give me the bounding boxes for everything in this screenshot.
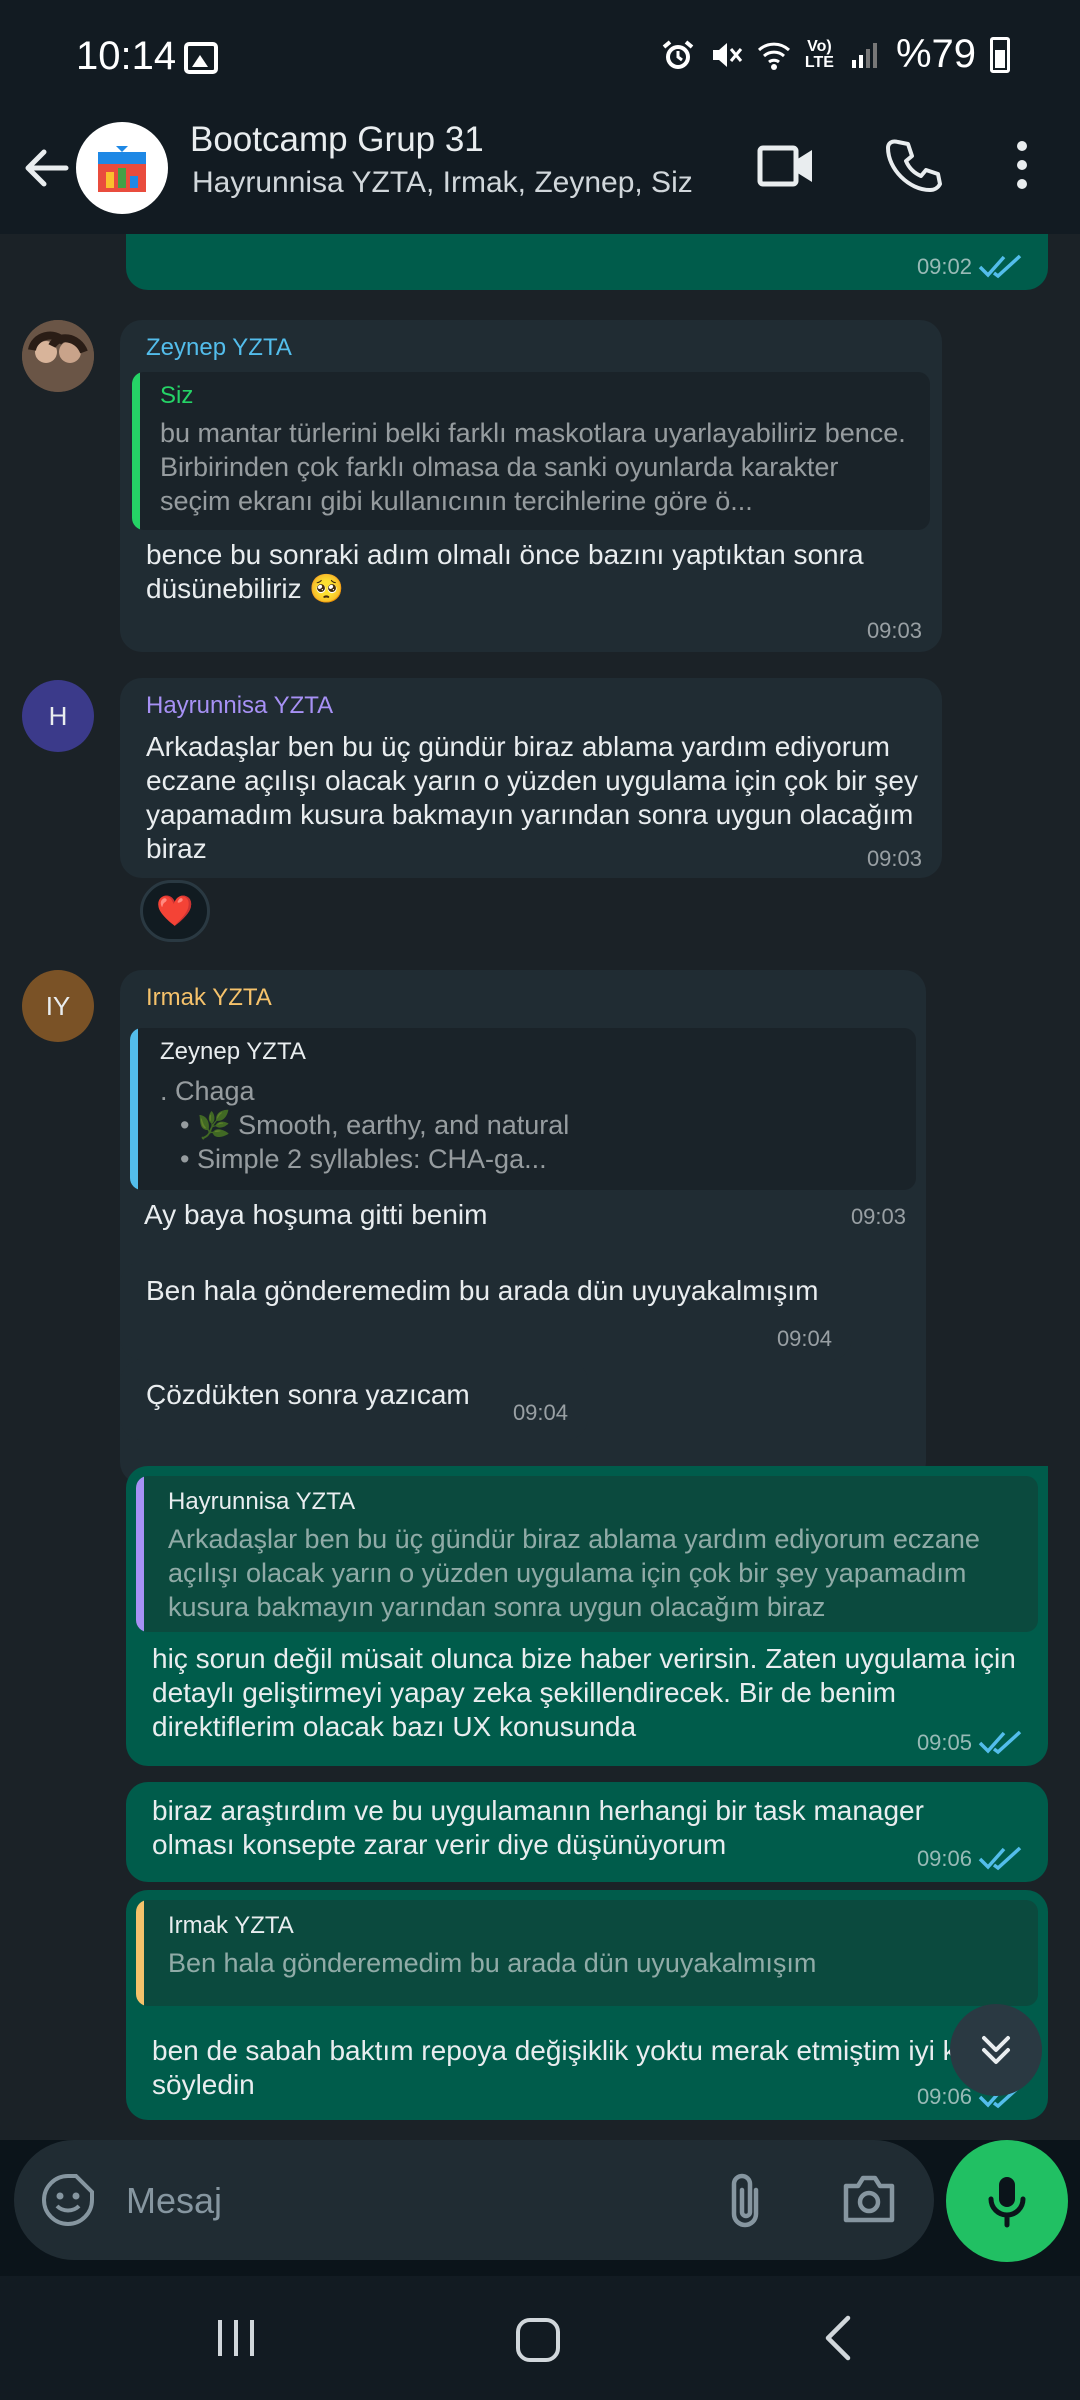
message-time: 09:04 — [512, 1400, 568, 1425]
message-time: 09:03 — [866, 846, 922, 871]
message-text: hiç sorun değil müsait olunca bize haber… — [152, 1643, 1016, 1742]
read-ticks-icon — [978, 1730, 1022, 1755]
quote-author: Hayrunnisa YZTA — [168, 1488, 356, 1515]
message-time: 09:06 — [916, 1846, 972, 1871]
status-time: 10:14 — [76, 34, 177, 78]
quote-author: Siz — [160, 382, 194, 409]
back-arrow-icon[interactable] — [18, 140, 74, 196]
sender-name: Zeynep YZTA — [146, 334, 292, 361]
message-composer[interactable]: Mesaj — [14, 2140, 934, 2260]
message-text: bence bu sonraki adım olmalı önce bazını… — [146, 539, 864, 604]
heart-reaction: ❤️ — [156, 894, 194, 928]
message-time: 09:06 — [916, 2084, 972, 2109]
wifi-icon — [757, 42, 790, 70]
sender-name: Irmak YZTA — [146, 984, 272, 1011]
system-nav-bar — [0, 2276, 1080, 2400]
mic-icon — [988, 2177, 1026, 2228]
more-options-icon[interactable] — [1008, 136, 1036, 194]
quote-author: Irmak YZTA — [168, 1912, 294, 1939]
quote-text: Ben hala gönderemedim bu arada dün uyuya… — [168, 1948, 817, 1978]
group-title[interactable]: Bootcamp Grup 31 — [190, 120, 484, 160]
avatar[interactable]: IY — [22, 970, 94, 1042]
message-bubble-incoming[interactable]: Ben hala gönderemedim bu arada dün uyuya… — [120, 1262, 852, 1360]
status-bar: 10:14 Vo) LTE %79 — [0, 0, 1080, 118]
scroll-down-icon — [982, 2036, 1010, 2064]
quote-author: Zeynep YZTA — [160, 1038, 306, 1065]
status-icons: Vo) LTE %79 — [661, 32, 1010, 77]
quoted-message[interactable]: Irmak YZTA Ben hala gönderemedim bu arad… — [136, 1900, 1038, 2006]
message-list[interactable]: 09:02 Zeynep YZTA Siz bu mantar türlerin… — [0, 234, 1080, 2140]
message-time: 09:04 — [776, 1326, 832, 1351]
voice-call-icon[interactable] — [884, 136, 942, 194]
quote-bar — [130, 1028, 138, 1190]
video-call-icon[interactable] — [756, 140, 816, 192]
quote-line: • 🌿 Smooth, earthy, and natural — [180, 1110, 570, 1140]
scroll-down-button[interactable] — [950, 2004, 1042, 2096]
message-bubble-outgoing[interactable]: biraz araştırdım ve bu uygulamanın herha… — [126, 1782, 1048, 1882]
message-bubble-incoming[interactable]: Çözdükten sonra yazıcam 09:04 — [120, 1360, 588, 1440]
group-members[interactable]: Hayrunnisa YZTA, Irmak, Zeynep, Siz — [192, 166, 693, 200]
quote-text: Arkadaşlar ben bu üç gündür biraz ablama… — [168, 1524, 980, 1622]
message-text: biraz araştırdım ve bu uygulamanın herha… — [152, 1795, 924, 1860]
message-input[interactable]: Mesaj — [126, 2180, 222, 2222]
message-time: 09:03 — [850, 1204, 906, 1229]
camera-icon[interactable] — [840, 2172, 898, 2226]
mute-icon — [712, 42, 743, 67]
battery-percent: %79 — [895, 32, 976, 76]
message-bubble-outgoing[interactable]: Irmak YZTA Ben hala gönderemedim bu arad… — [126, 1890, 1048, 2120]
message-time: 09:05 — [916, 1730, 972, 1755]
gallery-icon — [184, 42, 218, 74]
chat-header: Bootcamp Grup 31 Hayrunnisa YZTA, Irmak,… — [0, 118, 1080, 234]
message-bubble-incoming[interactable]: Hayrunnisa YZTA Arkadaşlar ben bu üç gün… — [120, 678, 942, 878]
alarm-icon — [662, 39, 694, 69]
quote-line: . Chaga — [160, 1076, 255, 1106]
quoted-message[interactable]: Siz bu mantar türlerini belki farklı mas… — [132, 372, 930, 530]
avatar[interactable] — [22, 320, 94, 392]
quote-bar — [136, 1476, 144, 1632]
quote-text: bu mantar türlerini belki farklı maskotl… — [160, 418, 906, 516]
message-bubble-incoming[interactable]: Zeynep YZTA Siz bu mantar türlerini belk… — [120, 320, 942, 652]
read-ticks-icon — [978, 1846, 1022, 1871]
reaction-badge[interactable]: ❤️ — [140, 880, 210, 942]
quoted-message[interactable]: Hayrunnisa YZTA Arkadaşlar ben bu üç gün… — [136, 1476, 1038, 1632]
quote-line: • Simple 2 syllables: CHA-ga... — [180, 1144, 547, 1174]
message-text: Arkadaşlar ben bu üç gündür biraz ablama… — [146, 731, 918, 864]
message-bubble-outgoing[interactable]: 09:02 — [126, 234, 1048, 290]
quoted-message[interactable]: Zeynep YZTA . Chaga • 🌿 Smooth, earthy, … — [130, 1028, 916, 1190]
voice-record-button[interactable] — [946, 2140, 1068, 2262]
avatar[interactable]: H — [22, 680, 94, 752]
recent-apps-icon[interactable] — [212, 2316, 260, 2360]
attach-icon[interactable] — [720, 2170, 770, 2230]
group-avatar-icon[interactable] — [76, 122, 168, 214]
quote-bar — [132, 372, 140, 530]
message-text: Ay baya hoşuma gitti benim — [144, 1199, 488, 1230]
message-time: 09:02 — [916, 254, 972, 279]
quote-bar — [136, 1900, 144, 2006]
signal-icon — [851, 42, 877, 68]
sender-name: Hayrunnisa YZTA — [146, 692, 334, 719]
sticker-icon[interactable] — [40, 2172, 96, 2228]
battery-icon — [990, 36, 1010, 73]
nav-back-icon[interactable] — [818, 2312, 858, 2364]
message-text: Çözdükten sonra yazıcam — [146, 1379, 470, 1410]
home-icon[interactable] — [516, 2318, 560, 2362]
message-bubble-outgoing[interactable]: Hayrunnisa YZTA Arkadaşlar ben bu üç gün… — [126, 1466, 1048, 1766]
lte-indicator: Vo) LTE — [804, 37, 834, 71]
message-text: Ben hala gönderemedim bu arada dün uyuya… — [146, 1275, 819, 1306]
read-ticks-icon — [978, 254, 1022, 279]
message-time: 09:03 — [866, 618, 922, 643]
message-text: ben de sabah baktım repoya değişiklik yo… — [152, 2035, 963, 2100]
